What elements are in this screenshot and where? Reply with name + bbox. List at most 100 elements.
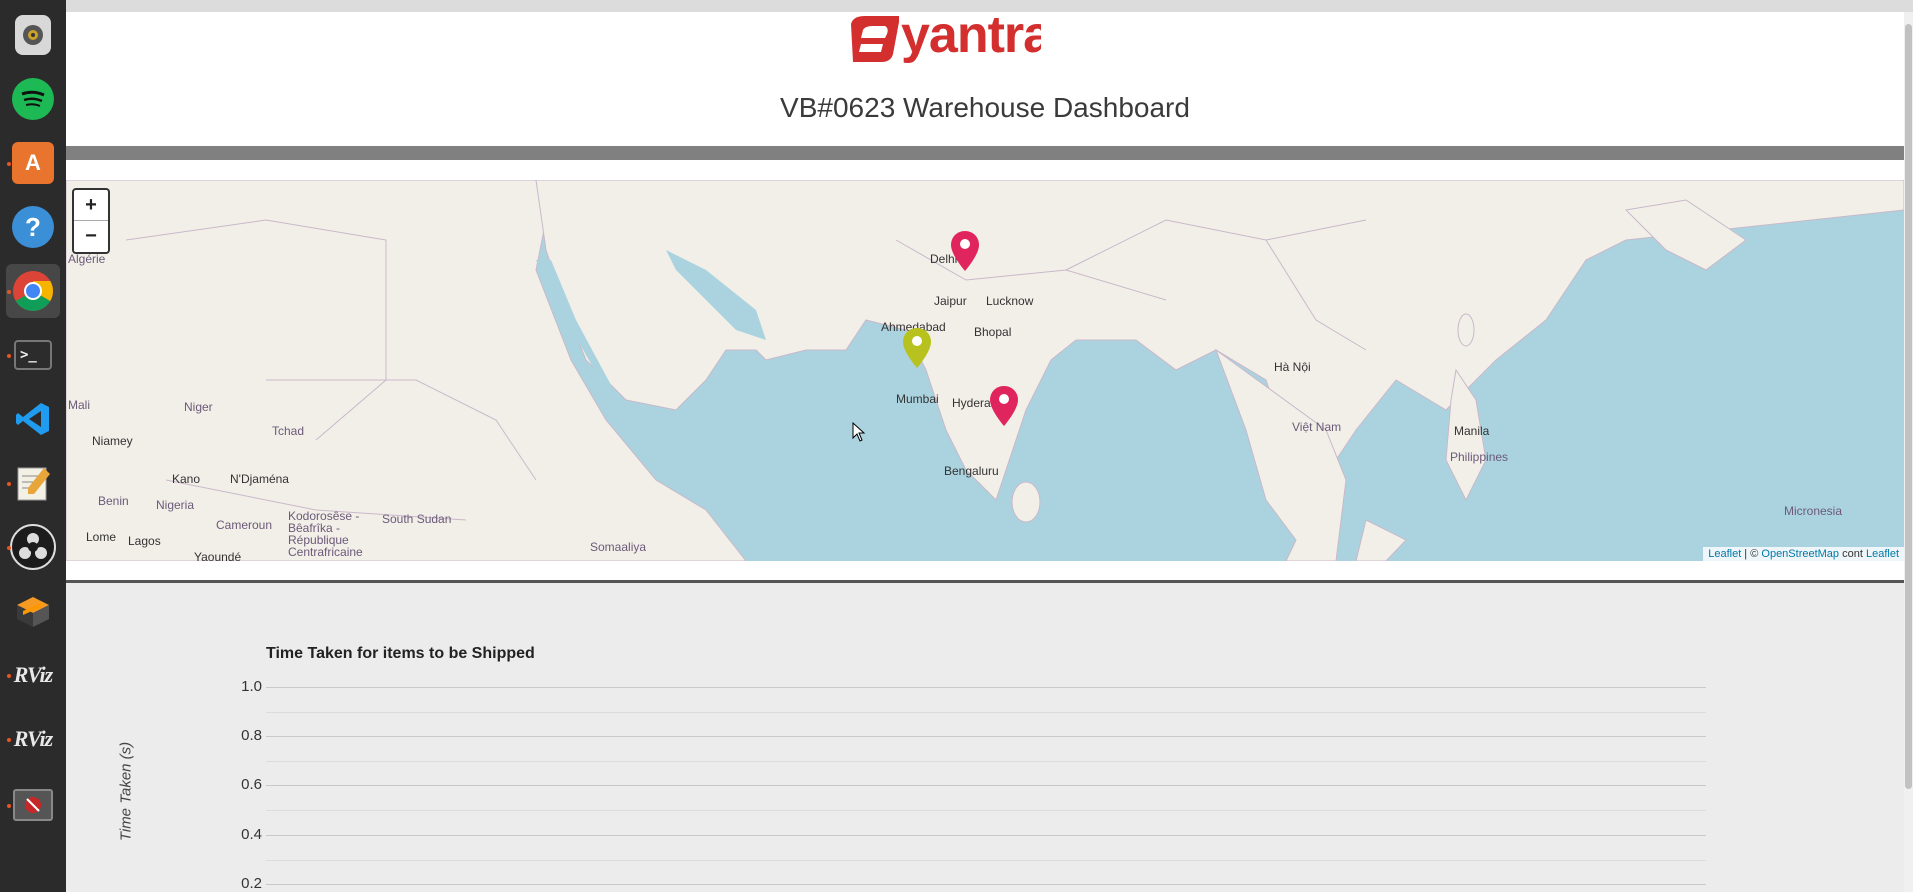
running-indicator [7,482,11,486]
chart-gridline [266,712,1706,713]
shopping-bag-icon: A [12,142,54,184]
rviz-icon: RViz [13,662,53,687]
attribution-separator: | © [1741,548,1762,560]
vscode-icon [12,398,54,440]
dock-item-text-editor[interactable] [6,456,60,510]
map-label-central-african-republic: Kodorosêse - Bêafrîka - République Centr… [288,509,363,559]
eyantra-logo: yantra [851,12,1041,64]
chart-gridline [266,884,1706,885]
map-label-niger: Niger [184,400,213,414]
map-marker-mumbai[interactable] [903,328,931,368]
map-label-niamey: Niamey [92,434,133,448]
map-label-lome: Lome [86,530,117,544]
map-label-micronesia: Micronesia [1784,504,1843,518]
dashboard-page: yantra VB#0623 Warehouse Dashboard + − D… [66,12,1913,892]
map-label-vietnam: Việt Nam [1292,420,1342,434]
map-label-jaipur: Jaipur [934,294,967,308]
rviz-icon: RViz [13,726,53,751]
sublime-icon [12,590,54,632]
chart-gridline [266,835,1706,836]
dock-item-rviz-1[interactable]: RViz [6,648,60,702]
page-title: VB#0623 Warehouse Dashboard [780,92,1190,123]
map-label-bengaluru: Bengaluru [944,464,999,478]
map-marker-chennai[interactable] [990,386,1018,426]
dock-item-rviz-2[interactable]: RViz [6,712,60,766]
map-label-cameroun: Cameroun [216,518,273,532]
map-label-yaounde: Yaoundé [194,550,242,561]
ubuntu-dock: A ? >_ RViz RViz [0,0,66,892]
map-tiles [66,180,1904,561]
chart-gridline [266,687,1706,688]
y-tick-label: 0.8 [241,727,262,744]
map-label-philippines: Philippines [1450,450,1509,464]
leaflet-link[interactable]: Leaflet [1708,548,1741,560]
leaflet-link-2[interactable]: Leaflet [1866,548,1899,560]
page-header: yantra VB#0623 Warehouse Dashboard [66,12,1904,146]
zoom-out-button[interactable]: − [74,221,108,251]
map-attribution: Leaflet | © OpenStreetMap cont Leaflet [1703,547,1904,561]
y-tick-label: 0.2 [241,875,262,892]
map-label-mali: Mali [68,398,91,412]
dock-item-vscode[interactable] [6,392,60,446]
map-label-nigeria: Nigeria [156,498,195,512]
text-editor-icon [12,462,54,504]
map-label-lucknow: Lucknow [986,294,1034,308]
blocked-icon [13,789,53,821]
map-label-manila: Manila [1454,424,1490,438]
running-indicator [7,546,11,550]
dock-item-obs[interactable] [6,520,60,574]
running-indicator [7,674,11,678]
header-divider [66,146,1904,160]
map-label-algerie: Algérie [68,252,106,266]
chart-gridline [266,810,1706,811]
map-label-hanoi: Hà Nội [1274,360,1311,374]
running-indicator [7,804,11,808]
chart-gridline [266,736,1706,737]
map-label-mumbai: Mumbai [896,392,939,406]
y-tick-label: 0.4 [241,826,262,843]
dock-item-chrome[interactable] [6,264,60,318]
chart-y-axis-label: Time Taken (s) [117,741,135,842]
map-label-benin: Benin [98,494,129,508]
shipping-time-chart: Time Taken for items to be Shipped Time … [66,583,1904,892]
mouse-cursor-icon [852,422,866,442]
map-label-lagos: Lagos [128,534,161,548]
map-label-ndjamena: N'Djaména [230,472,289,486]
zoom-in-button[interactable]: + [74,190,108,221]
map-label-kano: Kano [172,472,201,486]
dock-item-help[interactable]: ? [6,200,60,254]
page-scrollbar[interactable] [1904,12,1913,892]
map-label-tchad: Tchad [272,424,305,438]
chart-gridline [266,860,1706,861]
openstreetmap-link[interactable]: OpenStreetMap [1761,548,1839,560]
map-label-bhopal: Bhopal [974,325,1012,339]
help-icon: ? [12,206,54,248]
warehouse-map[interactable]: + − Delhi Jaipur Lucknow Ahmedabad Bhopa… [66,180,1904,561]
dock-item-software-center[interactable]: A [6,136,60,190]
running-indicator [7,738,11,742]
chart-title: Time Taken for items to be Shipped [266,645,535,662]
running-indicator [7,354,11,358]
running-indicator [7,162,11,166]
map-zoom-control: + − [72,188,110,254]
scrollbar-thumb[interactable] [1905,24,1912,789]
chart-gridline [266,761,1706,762]
chrome-icon [12,270,54,312]
svg-text:yantra: yantra [901,12,1041,64]
chart-gridline [266,785,1706,786]
dock-item-spotify[interactable] [6,72,60,126]
y-tick-label: 1.0 [241,678,262,695]
dock-item-app[interactable] [6,778,60,832]
dock-item-sublime[interactable] [6,584,60,638]
attribution-text: cont [1839,548,1863,560]
running-indicator [7,290,11,294]
map-marker-delhi[interactable] [951,231,979,271]
dock-item-terminal[interactable]: >_ [6,328,60,382]
map-label-somaaliya: Somaaliya [590,540,647,554]
obs-icon [10,524,56,570]
speaker-icon [15,15,51,55]
terminal-icon: >_ [14,340,52,370]
y-tick-label: 0.6 [241,776,262,793]
spotify-icon [12,78,54,120]
dock-item-rhythmbox[interactable] [6,8,60,62]
